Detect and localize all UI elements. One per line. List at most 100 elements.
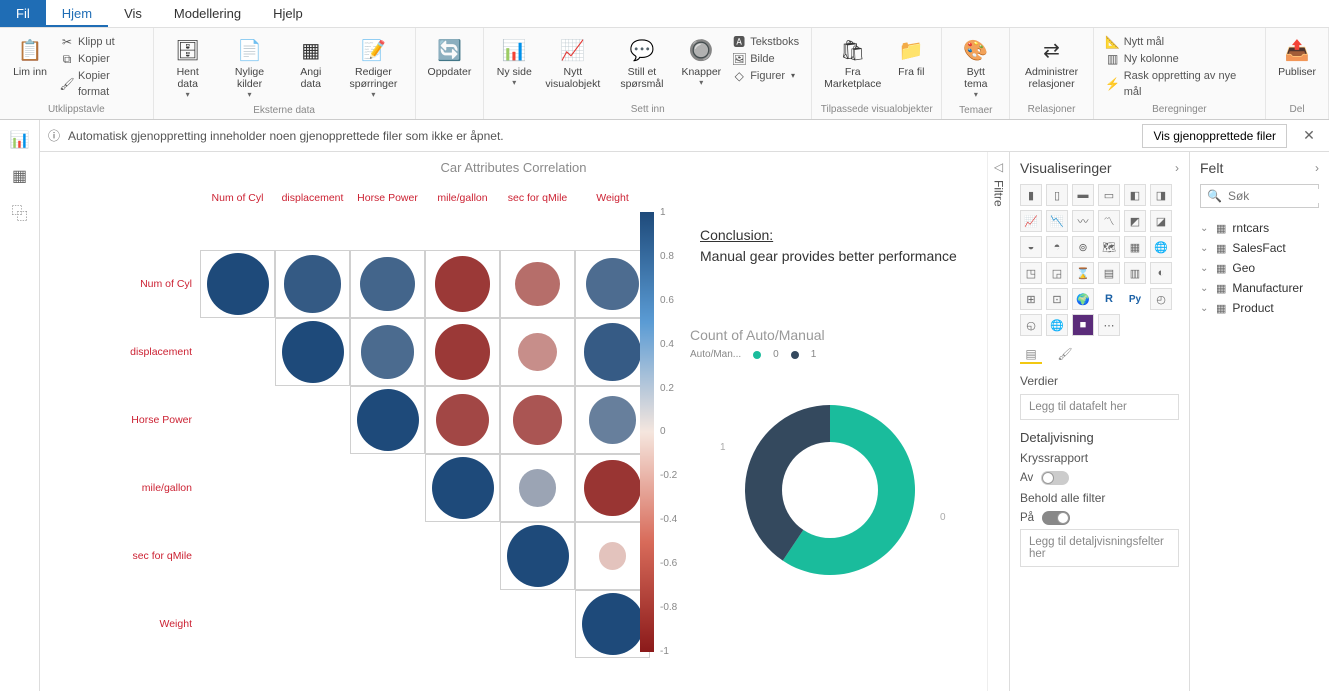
paste-button[interactable]: 📋Lim inn [8,32,52,82]
text-icon: 🅰 [732,35,746,49]
viz-type-icon[interactable]: ◧ [1124,184,1146,206]
field-table-geo[interactable]: ⌄▦Geo [1200,258,1319,278]
viz-type-icon[interactable]: 🗺 [1098,236,1120,258]
cut-button[interactable]: ✂Klipp ut [60,34,141,50]
viz-type-icon[interactable]: 🌐 [1150,236,1172,258]
viz-type-icon[interactable]: ▬ [1072,184,1094,206]
viz-type-icon[interactable]: ▭ [1098,184,1120,206]
format-painter-button[interactable]: 🖌Kopier format [60,68,141,100]
drill-dropzone[interactable]: Legg til detaljvisningsfelter her [1020,529,1179,567]
viz-type-icon[interactable]: 📈 [1020,210,1042,232]
viz-type-icon[interactable]: ◐ [1150,262,1172,284]
fields-search[interactable]: 🔍 [1200,184,1319,208]
viz-type-icon[interactable]: ◨ [1150,184,1172,206]
filters-label[interactable]: Filtre [992,180,1006,207]
enter-data-button[interactable]: ▦Angi data [285,32,336,94]
field-table-manufacturer[interactable]: ⌄▦Manufacturer [1200,278,1319,298]
textbox-button[interactable]: 🅰Tekstboks [732,34,799,50]
keep-filters-toggle[interactable] [1042,511,1070,525]
data-view-icon[interactable]: ▦ [8,164,32,188]
report-view-icon[interactable]: 📊 [0,128,36,152]
viz-type-icon[interactable]: ◩ [1124,210,1146,232]
new-column-button[interactable]: ▥Ny kolonne [1106,51,1253,67]
chevron-down-icon: ⌄ [1200,283,1210,294]
field-table-rntcars[interactable]: ⌄▦rntcars [1200,218,1319,238]
report-canvas[interactable]: Car Attributes Correlation Num of Cyldis… [40,152,987,691]
show-recovered-button[interactable]: Vis gjenopprettede filer [1142,124,1287,148]
fields-search-input[interactable] [1228,189,1329,203]
relations-icon: ⇄ [1038,36,1066,64]
close-infobar-button[interactable]: ✕ [1297,127,1321,144]
marketplace-button[interactable]: 🛍Fra Marketplace [820,32,885,94]
ask-question-button[interactable]: 💬Still et spørsmål [609,32,674,94]
copy-button[interactable]: ⧉Kopier [60,51,141,67]
viz-type-icon[interactable]: ◪ [1150,210,1172,232]
new-measure-button[interactable]: 📐Nytt mål [1106,34,1253,50]
viz-type-icon[interactable]: ◒ [1020,236,1042,258]
shapes-button[interactable]: ◇Figurer▾ [732,68,799,84]
tab-hjelp[interactable]: Hjelp [257,0,319,27]
collapse-viz-icon[interactable]: › [1175,161,1179,175]
viz-type-icon[interactable]: ⊞ [1020,288,1042,310]
format-tab-icon[interactable]: 🖌 [1054,346,1076,364]
table-icon: ▦ [1216,242,1226,255]
matrix-cell [350,318,425,386]
viz-type-icon[interactable]: ◴ [1150,288,1172,310]
viz-type-icon[interactable]: R [1098,288,1120,310]
tab-fil[interactable]: Fil [0,0,46,27]
viz-type-icon[interactable]: ▥ [1124,262,1146,284]
new-page-button[interactable]: 📊Ny side▾ [492,32,536,91]
viz-type-icon[interactable]: 〽 [1098,210,1120,232]
viz-type-icon[interactable]: 📉 [1046,210,1068,232]
values-dropzone[interactable]: Legg til datafelt her [1020,394,1179,420]
image-button[interactable]: 🖼Bilde [732,51,799,67]
manage-rel-button[interactable]: ⇄Administrer relasjoner [1018,32,1084,94]
fields-tab-icon[interactable]: ▤ [1020,346,1042,364]
edit-queries-button[interactable]: 📝Rediger spørringer▾ [340,32,406,103]
model-view-icon[interactable]: ⿻ [8,200,32,224]
expand-filters-icon[interactable]: ◁ [994,160,1003,174]
matrix-cell [350,386,425,454]
tab-vis[interactable]: Vis [108,0,158,27]
get-data-button[interactable]: 🗄Hent data▾ [162,32,214,103]
viz-type-icon[interactable]: 🌐 [1046,314,1068,336]
new-visual-button[interactable]: 📈Nytt visualobjekt [540,32,605,94]
viz-type-icon[interactable]: 🌍 [1072,288,1094,310]
buttons-button[interactable]: 🔘Knapper▾ [678,32,724,91]
viz-type-icon[interactable]: ◲ [1046,262,1068,284]
measure-icon: 📐 [1106,35,1120,49]
refresh-button[interactable]: 🔄Oppdater [424,32,476,82]
viz-type-icon[interactable]: ⊡ [1046,288,1068,310]
collapse-fields-icon[interactable]: › [1315,161,1319,175]
viz-type-icon[interactable]: ⋯ [1098,314,1120,336]
table-icon: ▦ [1216,262,1226,275]
viz-type-icon[interactable]: ◳ [1020,262,1042,284]
viz-type-icon[interactable]: ▯ [1046,184,1068,206]
viz-type-icon[interactable]: ◵ [1020,314,1042,336]
quick-measure-button[interactable]: ⚡Rask oppretting av nye mål [1106,68,1253,100]
viz-type-icon[interactable]: 〰 [1072,210,1094,232]
viz-type-icon[interactable]: ▤ [1098,262,1120,284]
field-table-salesfact[interactable]: ⌄▦SalesFact [1200,238,1319,258]
from-file-button[interactable]: 📁Fra fil [889,32,933,82]
viz-type-icon[interactable]: ⌛ [1072,262,1094,284]
folder-icon: 📁 [897,36,925,64]
matrix-cell [575,250,650,318]
publish-button[interactable]: 📤Publiser [1274,32,1320,82]
viz-type-icon[interactable]: ⊚ [1072,236,1094,258]
svg-text:0: 0 [940,512,946,523]
viz-type-icon[interactable]: ▦ [1124,236,1146,258]
database-icon: 🗄 [174,36,202,64]
viz-type-icon[interactable]: ▮ [1020,184,1042,206]
tab-hjem[interactable]: Hjem [46,0,108,27]
svg-text:1: 1 [720,442,726,453]
viz-type-icon[interactable]: ■ [1072,314,1094,336]
field-table-product[interactable]: ⌄▦Product [1200,298,1319,318]
recent-sources-button[interactable]: 📄Nylige kilder▾ [218,32,281,103]
viz-type-icon[interactable]: Py [1124,288,1146,310]
viz-type-icon[interactable]: ◓ [1046,236,1068,258]
table-icon: ▦ [297,36,325,64]
tab-modellering[interactable]: Modellering [158,0,257,27]
switch-theme-button[interactable]: 🎨Bytt tema▾ [950,32,1001,103]
cross-report-toggle[interactable] [1041,471,1069,485]
